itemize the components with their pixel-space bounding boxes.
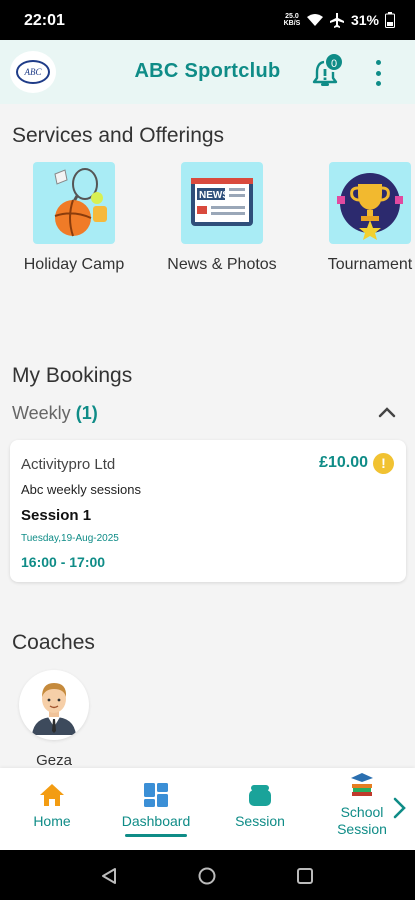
notification-badge: 0 bbox=[324, 52, 344, 72]
airplane-icon bbox=[329, 13, 344, 28]
nav-session[interactable]: Session bbox=[218, 768, 302, 850]
service-holiday-camp[interactable]: Holiday Camp bbox=[14, 162, 134, 274]
booking-date: Tuesday,19-Aug-2025 bbox=[21, 533, 119, 544]
coach-name: Geza bbox=[36, 752, 72, 769]
bottom-navigation: Home Dashboard Session School Session bbox=[0, 768, 415, 850]
payment-status-icon[interactable]: ! bbox=[373, 453, 394, 474]
session-icon bbox=[249, 785, 271, 806]
status-time: 22:01 bbox=[24, 12, 65, 29]
recents-icon[interactable] bbox=[296, 867, 314, 885]
booking-provider: Activitypro Ltd bbox=[21, 456, 116, 473]
nav-label: Session bbox=[235, 813, 285, 829]
back-icon[interactable] bbox=[100, 867, 118, 885]
page-title: ABC Sportclub bbox=[134, 60, 281, 82]
service-tournament[interactable]: Tournament bbox=[310, 162, 415, 274]
bookings-group-header[interactable]: Weekly (1) bbox=[12, 403, 98, 424]
booking-session: Session 1 bbox=[21, 507, 92, 524]
service-label: News & Photos bbox=[167, 256, 277, 273]
active-tab-indicator bbox=[125, 834, 187, 837]
battery-icon bbox=[385, 12, 395, 28]
home-circle-icon[interactable] bbox=[198, 867, 216, 885]
group-count: (1) bbox=[75, 403, 98, 423]
home-icon bbox=[40, 784, 64, 806]
wifi-icon bbox=[306, 14, 323, 26]
status-icons: 25.0 KB/S 31% bbox=[283, 12, 395, 28]
battery-level: 31% bbox=[350, 12, 379, 28]
school-books-icon bbox=[351, 773, 373, 796]
status-bar: 22:01 25.0 KB/S 31% bbox=[0, 0, 415, 40]
dashboard-icon bbox=[144, 783, 168, 807]
booking-price: £10.00 bbox=[319, 454, 368, 471]
coaches-title: Coaches bbox=[12, 631, 95, 654]
more-menu-icon[interactable] bbox=[372, 60, 384, 86]
service-label: Tournament bbox=[327, 256, 413, 273]
nav-label: Dashboard bbox=[121, 813, 191, 829]
chevron-right-icon[interactable] bbox=[390, 796, 408, 820]
services-title: Services and Offerings bbox=[12, 124, 225, 147]
booking-card[interactable]: Activitypro Ltd £10.00 ! Abc weekly sess… bbox=[10, 440, 406, 582]
trophy-icon bbox=[329, 162, 411, 244]
booking-activity: Abc weekly sessions bbox=[21, 482, 141, 497]
service-news-photos[interactable]: NEWS News & Photos bbox=[162, 162, 282, 274]
holiday-camp-icon bbox=[33, 162, 115, 244]
news-tile-text: NEWS bbox=[199, 190, 229, 201]
app-header: ABC ABC Sportclub 0 bbox=[0, 40, 415, 104]
coach-card[interactable]: Geza bbox=[17, 670, 91, 769]
coach-avatar bbox=[19, 670, 89, 740]
app-screen: ABC ABC Sportclub 0 Services and Offerin… bbox=[0, 40, 415, 850]
network-speed: 25.0 KB/S bbox=[283, 13, 301, 27]
service-label: Holiday Camp bbox=[23, 256, 125, 273]
chevron-up-icon[interactable] bbox=[378, 406, 396, 418]
newspaper-icon: NEWS bbox=[181, 162, 263, 244]
bookings-title: My Bookings bbox=[12, 364, 133, 387]
nav-dashboard[interactable]: Dashboard bbox=[112, 768, 200, 850]
person-avatar-icon bbox=[32, 683, 76, 735]
booking-time: 16:00 - 17:00 bbox=[21, 554, 106, 570]
nav-label: Home bbox=[33, 813, 71, 829]
nav-home[interactable]: Home bbox=[10, 768, 94, 850]
group-label: Weekly bbox=[12, 403, 71, 423]
system-navigation-bar bbox=[0, 850, 415, 900]
